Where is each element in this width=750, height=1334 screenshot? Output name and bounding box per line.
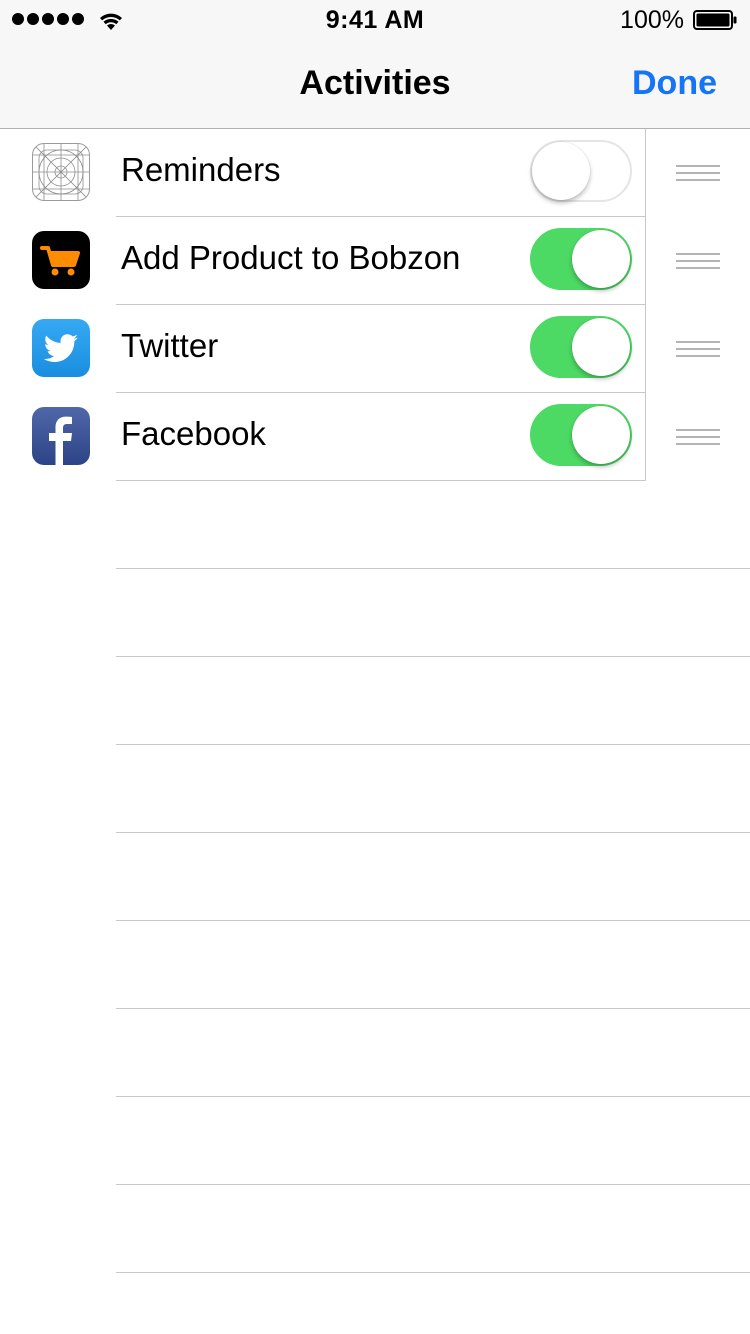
list-item-facebook: Facebook <box>0 393 750 481</box>
twitter-bird-icon <box>32 319 90 377</box>
empty-row <box>0 657 750 745</box>
reorder-divider <box>645 393 646 481</box>
reorder-handle-icon[interactable] <box>676 341 720 357</box>
reorder-divider <box>645 305 646 393</box>
reorder-divider <box>645 217 646 305</box>
battery-percent: 100% <box>620 6 684 34</box>
toggle-knob <box>532 142 590 200</box>
toggle-knob <box>572 230 630 288</box>
reorder-divider <box>645 129 646 217</box>
empty-row <box>0 1097 750 1185</box>
empty-row <box>0 569 750 657</box>
activity-label: Add Product to Bobzon <box>121 239 461 276</box>
bobzon-toggle[interactable] <box>530 228 632 290</box>
done-button[interactable]: Done <box>632 64 717 103</box>
battery-icon <box>693 10 737 30</box>
activity-label: Facebook <box>121 415 266 452</box>
reminders-toggle[interactable] <box>530 140 632 202</box>
reorder-handle-icon[interactable] <box>676 429 720 445</box>
empty-row <box>0 921 750 1009</box>
reminders-placeholder-icon <box>32 143 90 201</box>
list-item-bobzon: Add Product to Bobzon <box>0 217 750 305</box>
toggle-knob <box>572 406 630 464</box>
reorder-handle-icon[interactable] <box>676 165 720 181</box>
activities-list: Reminders Add Product to Bobzon Twitter … <box>0 129 750 1273</box>
empty-rows <box>0 481 750 1273</box>
activities-screen: 9:41 AM 100% Activities Done Reminders A… <box>0 0 750 1334</box>
activity-label: Twitter <box>121 327 219 364</box>
facebook-f-icon <box>32 407 90 465</box>
facebook-toggle[interactable] <box>530 404 632 466</box>
empty-row <box>0 481 750 569</box>
empty-row <box>0 1009 750 1097</box>
row-separator <box>116 1272 750 1273</box>
reorder-handle-icon[interactable] <box>676 253 720 269</box>
activity-label: Reminders <box>121 151 281 188</box>
shopping-cart-icon <box>32 231 90 289</box>
status-bar: 9:41 AM 100% <box>0 0 750 40</box>
list-item-reminders: Reminders <box>0 129 750 217</box>
empty-row <box>0 833 750 921</box>
twitter-toggle[interactable] <box>530 316 632 378</box>
list-item-twitter: Twitter <box>0 305 750 393</box>
toggle-knob <box>572 318 630 376</box>
empty-row <box>0 1185 750 1273</box>
top-bar: 9:41 AM 100% Activities Done <box>0 0 750 129</box>
empty-row <box>0 745 750 833</box>
